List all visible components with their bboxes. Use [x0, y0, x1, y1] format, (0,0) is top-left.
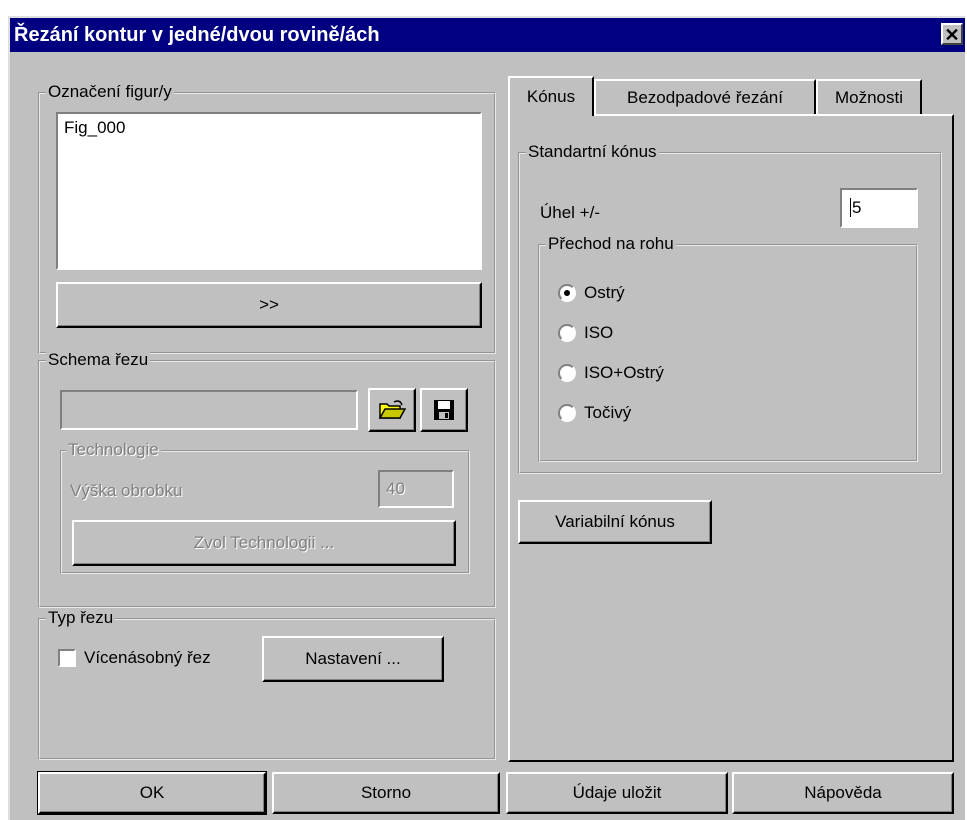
- dialog-window: Řezání kontur v jedné/dvou rovině/ách ✕ …: [8, 16, 965, 820]
- open-folder-icon: [378, 400, 406, 419]
- radio-iso-label: ISO: [584, 323, 614, 342]
- choose-technology-label: Zvol Technologii ...: [193, 533, 335, 552]
- radio-iso[interactable]: [558, 324, 576, 342]
- multi-cut-checkbox[interactable]: [58, 649, 76, 667]
- angle-field[interactable]: 5: [840, 188, 918, 228]
- tab-options[interactable]: Možnosti: [816, 79, 922, 115]
- radio-ostry[interactable]: [558, 284, 576, 302]
- height-field: 40: [378, 470, 454, 508]
- floppy-disk-icon: [434, 400, 454, 420]
- multi-cut-label: Vícenásobný řez: [84, 648, 211, 667]
- open-scheme-button[interactable]: [368, 388, 416, 432]
- tab-kones-label: Kónus: [526, 87, 576, 106]
- radio-ostry-label: Ostrý: [584, 283, 625, 302]
- ok-button-label: OK: [139, 783, 165, 802]
- tab-waste-free-label: Bezodpadové řezání: [627, 88, 783, 107]
- cancel-button[interactable]: Storno: [272, 772, 500, 814]
- list-item[interactable]: Fig_000: [64, 118, 474, 138]
- corner-transition-group: Přechod na rohu: [538, 234, 918, 462]
- save-scheme-button[interactable]: [420, 388, 468, 432]
- tab-options-label: Možnosti: [834, 88, 904, 107]
- help-button[interactable]: Nápověda: [732, 772, 954, 814]
- settings-button[interactable]: Nastavení ...: [262, 636, 444, 682]
- angle-value: 5: [850, 198, 862, 217]
- save-data-button-label: Údaje uložit: [572, 783, 662, 802]
- window-title: Řezání kontur v jedné/dvou rovině/ách: [14, 24, 380, 46]
- height-label: Výška obrobku: [70, 481, 183, 500]
- figures-legend: Označení figur/y: [46, 82, 174, 102]
- corner-transition-legend: Přechod na rohu: [546, 234, 676, 254]
- cancel-button-label: Storno: [360, 783, 412, 802]
- close-icon: ✕: [944, 25, 960, 45]
- tab-waste-free-cutting[interactable]: Bezodpadové řezání: [594, 79, 816, 115]
- help-button-label: Nápověda: [804, 783, 882, 802]
- more-button[interactable]: >>: [56, 282, 482, 328]
- standard-cone-legend: Standartní kónus: [526, 142, 659, 162]
- height-value: 40: [386, 479, 405, 498]
- settings-button-label: Nastavení ...: [305, 649, 401, 668]
- radio-tocivy[interactable]: [558, 404, 576, 422]
- tab-kones[interactable]: Kónus: [508, 76, 594, 116]
- radio-tocivy-label: Točivý: [584, 403, 632, 422]
- ok-button[interactable]: OK: [37, 771, 267, 815]
- radio-iso-ostry-label: ISO+Ostrý: [584, 363, 664, 382]
- radio-iso-ostry[interactable]: [558, 364, 576, 382]
- choose-technology-button: Zvol Technologii ...: [72, 520, 456, 566]
- figures-list[interactable]: Fig_000: [56, 112, 482, 270]
- close-button[interactable]: ✕: [941, 23, 963, 45]
- scheme-legend: Schema řezu: [46, 350, 151, 370]
- cut-type-legend: Typ řezu: [46, 608, 116, 628]
- variable-cone-label: Variabilní kónus: [555, 512, 675, 531]
- scheme-field[interactable]: [60, 390, 358, 430]
- save-data-button[interactable]: Údaje uložit: [506, 772, 728, 814]
- title-bar: Řezání kontur v jedné/dvou rovině/ách ✕: [10, 18, 965, 52]
- variable-cone-button[interactable]: Variabilní kónus: [518, 500, 712, 544]
- angle-label: Úhel +/-: [540, 203, 600, 222]
- technology-legend: Technologie: [66, 440, 161, 460]
- more-button-label: >>: [259, 295, 279, 314]
